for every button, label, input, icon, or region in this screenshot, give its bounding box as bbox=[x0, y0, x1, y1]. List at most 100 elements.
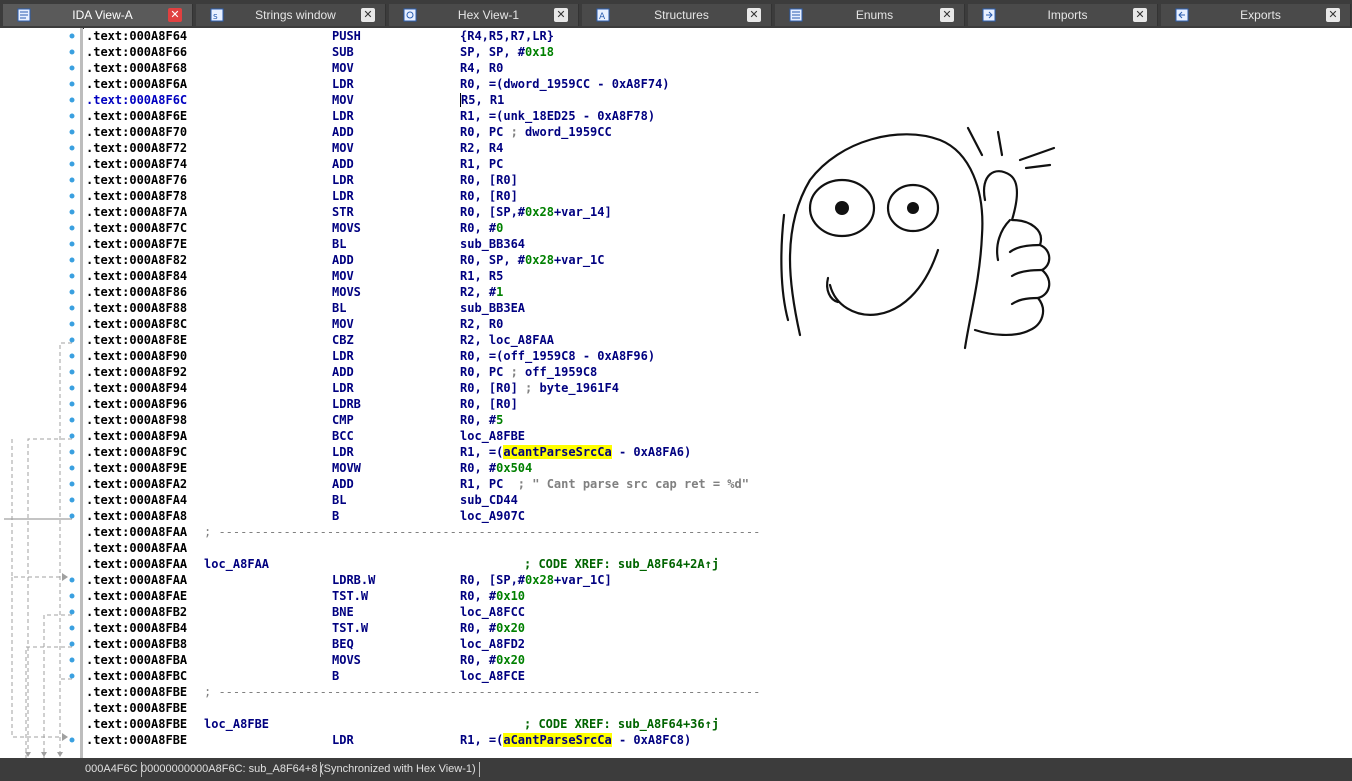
operands[interactable]: R0, #0x10 bbox=[460, 588, 525, 604]
operands[interactable]: R0, #0x20 bbox=[460, 652, 525, 668]
operands[interactable]: R0, #5 bbox=[460, 412, 503, 428]
operands[interactable]: R0, #0 bbox=[460, 220, 503, 236]
operands[interactable]: R1, PC ; " Cant parse src cap ret = %d" bbox=[460, 476, 749, 492]
instruction-dot bbox=[69, 353, 75, 359]
operands[interactable]: R0, [R0] bbox=[460, 396, 518, 412]
mnemonic: BCC bbox=[332, 429, 354, 443]
operands[interactable]: R0, [R0] bbox=[460, 188, 518, 204]
operands[interactable]: R4, R0 bbox=[460, 60, 503, 76]
operands[interactable]: sub_BB3EA bbox=[460, 300, 525, 316]
operands[interactable]: sub_BB364 bbox=[460, 236, 525, 252]
disassembly-listing[interactable]: .text:000A8F64 PUSH {R4,R5,R7,LR} .text:000… bbox=[84, 28, 1352, 758]
operands[interactable]: R1, =(aCantParseSrcCa - 0xA8FA6) bbox=[460, 444, 691, 460]
address: .text:000A8FAA bbox=[86, 541, 188, 555]
address: .text:000A8FBE bbox=[86, 733, 188, 747]
close-icon[interactable]: ✕ bbox=[1326, 8, 1340, 22]
operands[interactable]: R0, #0x20 bbox=[460, 620, 525, 636]
tab-hex-view-1[interactable]: Hex View-1 ✕ bbox=[389, 4, 579, 26]
operands[interactable]: R0, PC ; dword_1959CC bbox=[460, 124, 612, 140]
address: .text:000A8FA2 bbox=[86, 477, 188, 491]
instruction-dot bbox=[69, 369, 75, 375]
mnemonic: LDR bbox=[332, 733, 354, 747]
operands[interactable]: R0, PC ; off_1959C8 bbox=[460, 364, 597, 380]
operands[interactable]: R0, =(dword_1959CC - 0xA8F74) bbox=[460, 76, 670, 92]
address: .text:000A8F90 bbox=[86, 349, 188, 363]
address: .text:000A8F70 bbox=[86, 125, 188, 139]
address: .text:000A8F9C bbox=[86, 445, 188, 459]
operands[interactable]: R1, =(unk_18ED25 - 0xA8F78) bbox=[460, 108, 655, 124]
code-label[interactable]: loc_A8FAA bbox=[204, 556, 269, 572]
operands[interactable]: R2, #1 bbox=[460, 284, 503, 300]
operands[interactable]: R2, R0 bbox=[460, 316, 503, 332]
operands[interactable]: R0, [SP,#0x28+var_14] bbox=[460, 204, 612, 220]
address: .text:000A8F6E bbox=[86, 109, 188, 123]
flow-arrows-pane bbox=[0, 28, 82, 773]
operands[interactable]: loc_A8FD2 bbox=[460, 636, 525, 652]
tab-structures[interactable]: A Structures ✕ bbox=[582, 4, 772, 26]
jump-arrow bbox=[11, 439, 66, 578]
tab-bar: IDA View-A ✕ s Strings window ✕ Hex View-1 ✕ A S… bbox=[0, 0, 1352, 29]
imports-icon bbox=[982, 8, 996, 22]
instruction-dot bbox=[69, 513, 75, 519]
operands[interactable]: R2, loc_A8FAA bbox=[460, 332, 554, 348]
mnemonic: ADD bbox=[332, 365, 354, 379]
instruction-dot bbox=[69, 81, 75, 87]
address: .text:000A8F7A bbox=[86, 205, 188, 219]
operands[interactable]: loc_A8FBE bbox=[460, 428, 525, 444]
operands[interactable]: R5, R1 bbox=[460, 92, 504, 108]
operands[interactable]: R2, R4 bbox=[460, 140, 503, 156]
status-location: 00000000000A8F6C: sub_A8F64+8 bbox=[138, 762, 322, 777]
mnemonic: MOV bbox=[332, 269, 354, 283]
mnemonic: ADD bbox=[332, 253, 354, 267]
operands[interactable]: R0, [SP,#0x28+var_1C] bbox=[460, 572, 612, 588]
operands[interactable]: R0, [R0] ; byte_1961F4 bbox=[460, 380, 619, 396]
mnemonic: TST.W bbox=[332, 621, 369, 635]
mnemonic: MOV bbox=[332, 317, 354, 331]
operands[interactable]: loc_A8FCC bbox=[460, 604, 525, 620]
status-file-offset: 000A4F6C bbox=[82, 762, 142, 777]
operands[interactable]: R0, SP, #0x28+var_1C bbox=[460, 252, 605, 268]
operands[interactable]: R1, R5 bbox=[460, 268, 503, 284]
operands[interactable]: R0, #0x504 bbox=[460, 460, 532, 476]
code-label[interactable]: loc_A8FBE bbox=[204, 716, 269, 732]
tab-exports[interactable]: Exports ✕ bbox=[1161, 4, 1351, 26]
operands[interactable]: {R4,R5,R7,LR} bbox=[460, 28, 554, 44]
xref-comment[interactable]: ; CODE XREF: sub_A8F64+36↑j bbox=[524, 716, 719, 732]
tab-imports[interactable]: Imports ✕ bbox=[968, 4, 1158, 26]
address: .text:000A8F92 bbox=[86, 365, 188, 379]
close-icon[interactable]: ✕ bbox=[747, 8, 761, 22]
instruction-dot bbox=[69, 321, 75, 327]
operands[interactable]: sub_CD44 bbox=[460, 492, 518, 508]
mnemonic: MOV bbox=[332, 93, 354, 107]
svg-text:A: A bbox=[599, 12, 606, 22]
arrowhead-icon bbox=[62, 733, 68, 741]
tab-label: Exports bbox=[1240, 8, 1281, 22]
address: .text:000A8F98 bbox=[86, 413, 188, 427]
operands[interactable]: loc_A8FCE bbox=[460, 668, 525, 684]
address: .text:000A8FAA bbox=[86, 573, 188, 587]
operands[interactable]: R1, PC bbox=[460, 156, 503, 172]
arrowhead-icon bbox=[57, 752, 63, 757]
close-icon[interactable]: ✕ bbox=[1133, 8, 1147, 22]
tab-strings-window[interactable]: s Strings window ✕ bbox=[196, 4, 386, 26]
tab-enums[interactable]: Enums ✕ bbox=[775, 4, 965, 26]
close-icon[interactable]: ✕ bbox=[361, 8, 375, 22]
address: .text:000A8F66 bbox=[86, 45, 188, 59]
mnemonic: MOVS bbox=[332, 285, 361, 299]
mnemonic: LDR bbox=[332, 109, 354, 123]
xref-comment[interactable]: ; CODE XREF: sub_A8F64+2A↑j bbox=[524, 556, 719, 572]
operands[interactable]: R0, [R0] bbox=[460, 172, 518, 188]
mnemonic: LDR bbox=[332, 189, 354, 203]
jump-arrow bbox=[27, 438, 72, 773]
close-icon[interactable]: ✕ bbox=[168, 8, 182, 22]
operands[interactable]: loc_A907C bbox=[460, 508, 525, 524]
operands[interactable]: R0, =(off_1959C8 - 0xA8F96) bbox=[460, 348, 655, 364]
address: .text:000A8F94 bbox=[86, 381, 188, 395]
close-icon[interactable]: ✕ bbox=[554, 8, 568, 22]
tab-label: Structures bbox=[654, 8, 709, 22]
tab-ida-view-a[interactable]: IDA View-A ✕ bbox=[3, 4, 193, 26]
operands[interactable]: R1, =(aCantParseSrcCa - 0xA8FC8) bbox=[460, 732, 691, 748]
close-icon[interactable]: ✕ bbox=[940, 8, 954, 22]
pane-splitter[interactable] bbox=[80, 28, 83, 758]
operands[interactable]: SP, SP, #0x18 bbox=[460, 44, 554, 60]
